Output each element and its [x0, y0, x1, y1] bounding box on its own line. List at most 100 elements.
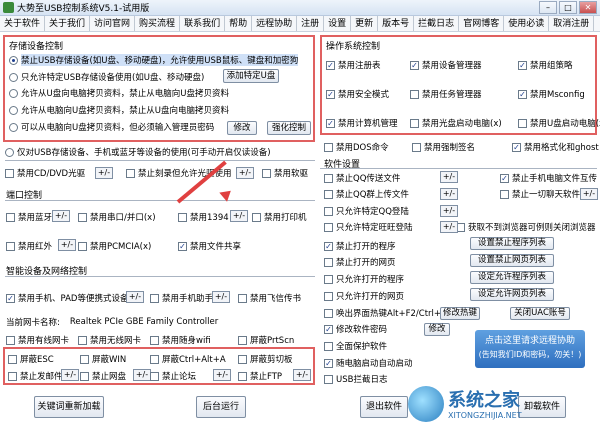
menu-item-7[interactable]: 注册: [297, 16, 325, 31]
disable-1394-checkbox[interactable]: 禁用1394: [178, 211, 229, 223]
modify-software-password-button[interactable]: 修改: [424, 323, 450, 336]
disable-safemode-checkbox[interactable]: ✓ 禁用安全模式: [326, 88, 389, 100]
storage-option-5[interactable]: 可以从电脑向U盘拷贝资料，但必须输入管理员密码: [9, 121, 214, 133]
menu-item-2[interactable]: 访问官网: [90, 16, 136, 31]
block-email-checkbox[interactable]: 禁止发邮件: [8, 370, 63, 382]
menu-item-8[interactable]: 设置: [324, 16, 352, 31]
printer-stepper[interactable]: +/-: [230, 210, 248, 222]
modify-hotkey-button[interactable]: 修改热键: [440, 307, 480, 320]
infrared-stepper[interactable]: +/-: [58, 239, 76, 251]
storage-option-3[interactable]: 允许从U盘向电脑拷贝资料，禁止从电脑向U盘拷贝资料: [9, 87, 229, 99]
menu-item-13[interactable]: 使用必读: [504, 16, 550, 31]
disable-regedit-checkbox[interactable]: ✓ 禁用注册表: [326, 59, 381, 71]
menu-item-0[interactable]: 关于软件: [0, 16, 46, 31]
assistant-stepper[interactable]: +/-: [212, 291, 230, 303]
close-uac-button[interactable]: 关闭UAC账号: [510, 307, 570, 320]
qq-group-stepper[interactable]: +/-: [440, 188, 458, 200]
modify-password-button[interactable]: 修改: [227, 121, 257, 135]
block-netdisk-checkbox[interactable]: 禁止网盘: [80, 370, 126, 382]
disable-wifi-checkbox[interactable]: 禁用随身wifi: [150, 334, 211, 346]
set-allowed-pages-button[interactable]: 设定允许网页列表: [470, 288, 554, 301]
remote-assistance-button[interactable]: 点击这里请求远程协助 (告知我们ID和密码，勿关！): [475, 330, 585, 368]
block-win-checkbox[interactable]: 屏蔽WIN: [80, 353, 126, 365]
ftp-stepper[interactable]: +/-: [293, 369, 311, 381]
block-forum-checkbox[interactable]: 禁止论坛: [150, 370, 196, 382]
software-option-11[interactable]: ✓ 随电脑启动自动启动: [324, 357, 413, 369]
software-option-6[interactable]: 只允许打开的程序: [324, 273, 404, 285]
storage-option-4[interactable]: 允许从电脑向U盘拷贝资料，禁止从U盘向电脑拷贝资料: [9, 104, 229, 116]
disable-mobile-checkbox[interactable]: ✓ 禁用手机、PAD等便携式设备: [6, 292, 128, 304]
software-option-4[interactable]: ✓ 禁止打开的程序: [324, 240, 396, 252]
mobile-stepper[interactable]: +/-: [126, 291, 144, 303]
qq-login-stepper[interactable]: +/-: [440, 205, 458, 217]
disable-bluetooth-checkbox[interactable]: 禁用蓝牙: [6, 211, 52, 223]
qq-transfer-stepper[interactable]: +/-: [440, 171, 458, 183]
close-browser-checkbox[interactable]: 获取不到浏览器可例则关闭浏览器: [456, 221, 596, 233]
disable-serial-checkbox[interactable]: 禁用串口/并口(x): [78, 211, 156, 223]
menu-item-10[interactable]: 版本号: [378, 16, 415, 31]
maximize-button[interactable]: □: [559, 1, 577, 14]
block-clipboard-checkbox[interactable]: 屏蔽剪切板: [238, 353, 293, 365]
block-ctrl-alt-a-checkbox[interactable]: 屏蔽Ctrl+Alt+A: [150, 353, 226, 365]
minimize-button[interactable]: –: [539, 1, 557, 14]
netdisk-stepper[interactable]: +/-: [133, 369, 151, 381]
disable-format-checkbox[interactable]: ✓ 禁用格式化和ghost: [512, 141, 599, 153]
forum-stepper[interactable]: +/-: [213, 369, 231, 381]
menu-item-12[interactable]: 官网博客: [459, 16, 505, 31]
storage-option-1[interactable]: 禁止USB存储设备(如U盘、移动硬盘)，允许使用USB鼠标、键盘和加密狗: [9, 54, 299, 66]
software-option-10[interactable]: 全面保护软件: [324, 340, 387, 352]
software-option-5[interactable]: 禁止打开的网页: [324, 256, 396, 268]
disable-wired-checkbox[interactable]: 禁用有线网卡: [6, 334, 69, 346]
menu-item-14[interactable]: 取消注册: [549, 16, 595, 31]
menu-item-4[interactable]: 联系我们: [180, 16, 226, 31]
disable-pcmcia-checkbox[interactable]: 禁用PCMCIA(x): [78, 240, 151, 252]
menu-item-11[interactable]: 拦截日志: [414, 16, 460, 31]
set-blocked-pages-button[interactable]: 设置禁止网页列表: [470, 254, 554, 267]
reload-keywords-button[interactable]: 关键词重新加载: [34, 396, 104, 418]
menu-item-6[interactable]: 远程协助: [252, 16, 298, 31]
disable-devmgr-checkbox[interactable]: ✓ 禁用设备管理器: [410, 59, 482, 71]
disable-gpedit-checkbox[interactable]: ✓ 禁用组策略: [518, 59, 573, 71]
force-control-button[interactable]: 强化控制: [267, 121, 311, 135]
run-background-button[interactable]: 后台运行: [196, 396, 246, 418]
menu-item-1[interactable]: 关于我们: [45, 16, 91, 31]
block-ftp-checkbox[interactable]: 禁止FTP: [238, 370, 282, 382]
disable-file-share-checkbox[interactable]: ✓ 禁用文件共享: [178, 240, 241, 252]
disable-cdrom-checkbox[interactable]: 禁用CD/DVD光驱: [5, 167, 85, 179]
phone-note-option[interactable]: 仅对USB存储设备、手机或蓝牙等设备的使用(可手动开启仅读设备): [5, 146, 271, 158]
softdrive-checkbox[interactable]: 禁用软驱: [262, 167, 308, 179]
disable-taskmgr-checkbox[interactable]: 禁用任务管理器: [410, 88, 482, 100]
chat-stepper[interactable]: +/-: [580, 188, 598, 200]
email-stepper[interactable]: +/-: [61, 369, 79, 381]
close-button[interactable]: ✕: [579, 1, 597, 14]
software-option-7[interactable]: 只允许打开的网页: [324, 290, 404, 302]
exit-software-button[interactable]: 退出软件: [360, 396, 408, 418]
menu-item-3[interactable]: 购买流程: [135, 16, 181, 31]
disable-feixin-checkbox[interactable]: 禁用飞信传书: [238, 292, 301, 304]
block-prtscn-checkbox[interactable]: 屏蔽PrtScn: [238, 334, 294, 346]
block-esc-checkbox[interactable]: 屏蔽ESC: [8, 353, 54, 365]
disable-dos-checkbox[interactable]: 禁用DOS命令: [324, 141, 389, 153]
software-option-2[interactable]: 只允许特定QQ登陆: [324, 205, 409, 217]
add-udisk-button[interactable]: 添加特定U盘: [223, 69, 279, 83]
software-option-12[interactable]: USB拦截日志: [324, 373, 387, 385]
disable-printer-checkbox[interactable]: 禁用打印机: [252, 211, 307, 223]
disable-phone-assistant-checkbox[interactable]: 禁用手机助手: [150, 292, 213, 304]
disable-compmgmt-checkbox[interactable]: ✓ 禁用计算机管理: [326, 117, 398, 129]
block-chat-checkbox[interactable]: 禁止一切聊天软件: [500, 188, 580, 200]
set-allowed-programs-button[interactable]: 设定允许程序列表: [470, 271, 554, 284]
disable-force-sign-checkbox[interactable]: 禁用强制签名: [412, 141, 475, 153]
software-option-0[interactable]: 禁止QQ传送文件: [324, 172, 400, 184]
disable-msconfig-checkbox[interactable]: ✓ 禁用Msconfig: [518, 88, 585, 100]
bluetooth-stepper[interactable]: +/-: [52, 210, 70, 222]
wangwang-stepper[interactable]: +/-: [440, 221, 458, 233]
cdrom-stepper[interactable]: +/-: [95, 167, 113, 179]
disable-wireless-checkbox[interactable]: 禁用无线网卡: [78, 334, 141, 346]
set-blocked-programs-button[interactable]: 设置禁止程序列表: [470, 237, 554, 250]
disable-usbboot-checkbox[interactable]: 禁用U盘启动电脑(x): [518, 117, 600, 129]
block-phone-transfer-checkbox[interactable]: ✓ 禁止手机电脑文件互传: [500, 172, 597, 184]
disable-infrared-checkbox[interactable]: 禁用红外: [6, 240, 52, 252]
software-option-9[interactable]: ✓ 修改软件密码: [324, 323, 387, 335]
disable-cdboot-checkbox[interactable]: 禁用光盘启动电脑(x): [410, 117, 502, 129]
software-option-3[interactable]: 只允许特定旺旺登陆: [324, 221, 413, 233]
